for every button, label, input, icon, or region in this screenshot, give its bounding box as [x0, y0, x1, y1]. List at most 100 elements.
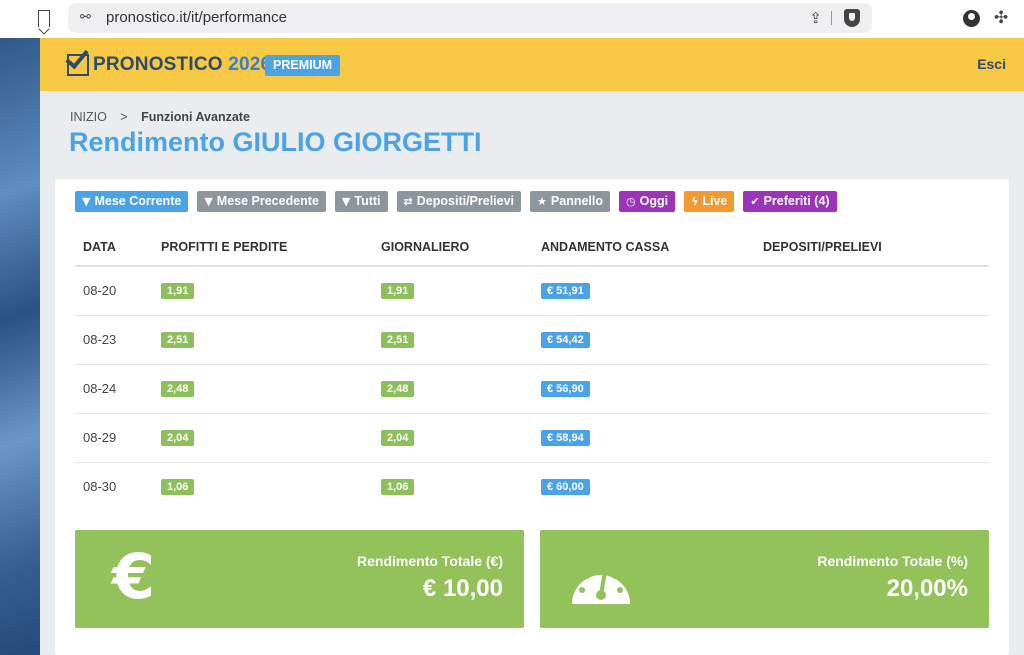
page-title: Rendimento GIULIO GIORGETTI: [69, 127, 482, 158]
bolt-icon: ϟ: [691, 195, 699, 208]
column-header-cash: ANDAMENTO CASSA: [533, 229, 755, 267]
filter-bar: ▼ Mese Corrente ▼ Mese Precedente ▼ Tutt…: [75, 191, 837, 212]
cell-deposits: [755, 413, 989, 463]
cell-deposits: [755, 315, 989, 365]
extension-icon[interactable]: [963, 10, 980, 27]
panel-button[interactable]: ★ Pannello: [530, 191, 610, 212]
cell-profit: 1,91: [153, 266, 373, 316]
brave-shield-icon[interactable]: [844, 9, 860, 27]
cell-daily: 1,06: [373, 462, 533, 511]
breadcrumb-separator: >: [120, 110, 128, 124]
page-title-name: GIULIO GIORGETTI: [232, 127, 482, 157]
share-icon[interactable]: ⇪: [809, 9, 822, 27]
cell-date: 08-20: [75, 266, 153, 316]
stat-label: Rendimento Totale (€): [357, 553, 503, 569]
star-icon: ★: [537, 195, 547, 208]
total-return-percent-card: Rendimento Totale (%) 20,00%: [540, 530, 989, 628]
deposits-withdrawals-button[interactable]: ⇄ Depositi/Prelievi: [396, 191, 522, 212]
cell-date: 08-23: [75, 315, 153, 365]
daily-badge: 2,51: [381, 332, 415, 348]
cell-profit: 2,48: [153, 364, 373, 414]
stat-value: 20,00%: [886, 575, 968, 602]
daily-badge: 2,04: [381, 430, 415, 446]
cash-badge: € 58,94: [541, 430, 590, 446]
cell-date: 08-29: [75, 413, 153, 463]
background-decoration: [0, 38, 40, 655]
cell-date: 08-24: [75, 364, 153, 414]
daily-badge: 1,06: [381, 479, 415, 496]
cell-profit: 1,06: [153, 462, 373, 511]
logout-link[interactable]: Esci: [977, 56, 1006, 72]
cash-badge: € 51,91: [541, 283, 590, 300]
table-header-row: DATA PROFITTI E PERDITE GIORNALIERO ANDA…: [75, 229, 989, 267]
today-button[interactable]: ◷ Oggi: [619, 191, 676, 212]
filter-previous-month-button[interactable]: ▼ Mese Precedente: [197, 191, 326, 212]
cell-deposits: [755, 266, 989, 316]
column-header-daily: GIORNALIERO: [373, 229, 533, 267]
stat-value: € 10,00: [422, 575, 503, 602]
cell-daily: 2,48: [373, 364, 533, 414]
profit-badge: 2,48: [161, 381, 195, 397]
cell-daily: 1,91: [373, 266, 533, 316]
profit-badge: 2,51: [161, 332, 195, 348]
filter-icon: ▼: [341, 195, 351, 208]
main-content: INIZIO > Funzioni Avanzate Rendimento GI…: [40, 91, 1024, 655]
breadcrumb-current: Funzioni Avanzate: [141, 110, 250, 124]
cash-badge: € 56,90: [541, 381, 590, 397]
filter-label: Preferiti (4): [763, 194, 830, 208]
filter-label: Depositi/Prelievi: [416, 194, 515, 208]
page-title-prefix: Rendimento: [69, 127, 226, 157]
gauge-icon: [572, 567, 630, 604]
table-row: 08-24 2,48 2,48 € 56,90: [75, 364, 989, 414]
breadcrumb-home[interactable]: INIZIO: [70, 110, 107, 124]
euro-icon: €: [112, 540, 156, 613]
cell-deposits: [755, 364, 989, 414]
daily-badge: 1,91: [381, 283, 415, 300]
cash-badge: € 60,00: [541, 479, 590, 496]
total-return-euro-card: € Rendimento Totale (€) € 10,00: [75, 530, 524, 628]
column-header-deposits: DEPOSITI/PRELIEVI: [755, 229, 989, 267]
profit-badge: 1,06: [161, 479, 195, 496]
filter-label: Oggi: [639, 194, 669, 208]
table-row: 08-30 1,06 1,06 € 60,00: [75, 462, 989, 511]
filter-current-month-button[interactable]: ▼ Mese Corrente: [75, 191, 189, 212]
address-bar[interactable]: ⚯ pronostico.it/it/performance ⇪: [68, 3, 872, 33]
filter-label: Live: [702, 194, 728, 208]
extensions-puzzle-icon[interactable]: ✣: [994, 8, 1008, 28]
cell-daily: 2,04: [373, 413, 533, 463]
table-row: 08-29 2,04 2,04 € 58,94: [75, 413, 989, 463]
url-text[interactable]: pronostico.it/it/performance: [106, 9, 287, 26]
filter-all-button[interactable]: ▼ Tutti: [334, 191, 388, 212]
cell-date: 08-30: [83, 479, 117, 495]
profit-badge: 1,91: [161, 283, 195, 300]
favorites-button[interactable]: ✔ Preferiti (4): [743, 191, 837, 212]
cash-badge: € 54,42: [541, 332, 590, 348]
performance-table: DATA PROFITTI E PERDITE GIORNALIERO ANDA…: [75, 229, 989, 511]
filter-icon: ▼: [82, 195, 91, 208]
filter-label: Mese Corrente: [94, 194, 182, 208]
daily-badge: 2,48: [381, 381, 415, 397]
filter-label: Mese Precedente: [216, 194, 319, 208]
stat-label: Rendimento Totale (%): [817, 553, 968, 569]
swap-icon: ⇄: [403, 195, 413, 208]
site-logo[interactable]: PRONOSTICO 2026: [93, 54, 271, 76]
logo-text: PRONOSTICO: [93, 54, 223, 75]
cell-deposits: [755, 462, 989, 511]
bookmark-icon[interactable]: [38, 10, 50, 27]
cell-cash: € 56,90: [533, 364, 755, 414]
clock-icon: ◷: [626, 195, 636, 208]
filter-icon: ▼: [204, 195, 213, 208]
profit-badge: 2,04: [161, 430, 195, 446]
column-header-date: DATA: [75, 229, 153, 267]
filter-label: Tutti: [354, 194, 381, 208]
performance-panel: ▼ Mese Corrente ▼ Mese Precedente ▼ Tutt…: [55, 179, 1009, 655]
site-settings-icon[interactable]: ⚯: [80, 10, 91, 25]
live-button[interactable]: ϟ Live: [684, 191, 735, 212]
site-header: PRONOSTICO 2026 PREMIUM Esci: [40, 38, 1024, 91]
filter-label: Pannello: [550, 194, 603, 208]
check-icon: ✔: [750, 195, 760, 208]
cell-cash: € 54,42: [533, 315, 755, 365]
table-row: 08-23 2,51 2,51 € 54,42: [75, 315, 989, 365]
cell-profit: 2,51: [153, 315, 373, 365]
cell-daily: 2,51: [373, 315, 533, 365]
